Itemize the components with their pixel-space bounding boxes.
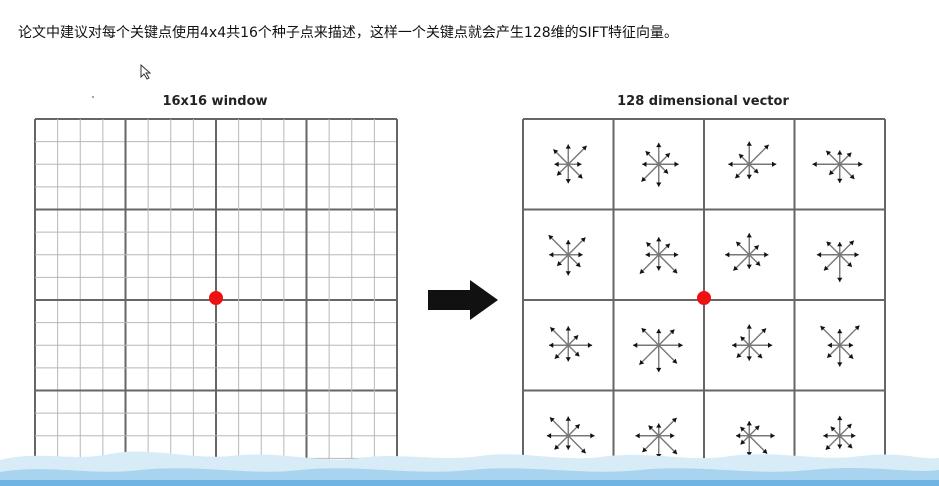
orientation-bin-arrowhead: [656, 266, 662, 271]
orientation-bin-arrowhead: [746, 174, 752, 180]
orientation-bin-arrowhead: [656, 182, 662, 187]
orientation-bin-arrowhead: [827, 342, 832, 348]
orientation-bin-arrowhead: [837, 241, 843, 247]
orientation-bin-arrowhead: [565, 240, 571, 245]
orientation-histogram: [548, 234, 586, 276]
orientation-histogram: [549, 326, 593, 362]
orientation-bin-arrowhead: [554, 161, 559, 167]
orientation-histogram: [633, 327, 683, 373]
orientation-histogram: [728, 141, 777, 180]
orientation-histogram: [725, 233, 769, 272]
orientation-bin-arrowhead: [812, 161, 817, 167]
orientation-bin-arrowhead: [577, 161, 582, 167]
orientation-bin-arrowhead: [816, 252, 822, 258]
orientation-bin-arrowhead: [848, 342, 854, 348]
orientation-bin-arrowhead: [837, 277, 843, 283]
orientation-bin-arrowhead: [642, 161, 647, 167]
orientation-bin-arrowhead: [645, 252, 650, 258]
orientation-bin-arrowhead: [746, 141, 752, 146]
orientation-bin-arrowhead: [565, 144, 571, 149]
water-band: [0, 451, 939, 486]
orientation-bin-arrowhead: [633, 342, 638, 348]
caption-text: 论文中建议对每个关键点使用4x4共16个种子点来描述，这样一个关键点就会产生12…: [18, 25, 679, 41]
orientation-bin-arrowhead: [549, 252, 554, 258]
keypoint-dot: [209, 291, 223, 305]
right-arrow-icon: [428, 280, 498, 320]
orientation-histogram: [812, 150, 863, 183]
orientation-histogram: [816, 240, 859, 283]
orientation-bin-arrowhead: [764, 252, 769, 258]
orientation-bin-arrowhead: [549, 342, 554, 348]
orientation-bin-arrowhead: [565, 271, 571, 276]
orientation-bin-arrowhead: [587, 342, 593, 348]
orientation-bin-arrowhead: [656, 237, 662, 242]
orientation-bin-arrowhead: [746, 324, 752, 329]
orientation-bin-arrowhead: [565, 179, 571, 184]
orientation-bin-arrowhead: [656, 328, 662, 334]
orientation-bin-arrowhead: [746, 233, 752, 238]
orientation-bin-arrowhead: [678, 342, 683, 348]
orientation-bin-arrowhead: [767, 342, 773, 348]
orientation-bin-arrowhead: [746, 264, 752, 269]
orientation-bin-arrowhead: [674, 161, 679, 167]
orientation-bin-arrowhead: [732, 342, 737, 348]
orientation-bin-arrowhead: [656, 142, 662, 148]
orientation-bin-arrowhead: [858, 161, 863, 167]
orientation-bin-arrowhead: [565, 357, 571, 362]
orientation-bin-arrowhead: [837, 178, 843, 183]
orientation-bin-arrowhead: [746, 356, 752, 361]
orientation-bin-arrowhead: [772, 161, 777, 167]
orientation-histogram: [639, 237, 679, 275]
orientation-bin-arrowhead: [837, 328, 843, 334]
orientation-histogram: [819, 325, 860, 367]
orientation-bin-arrowhead: [656, 367, 662, 373]
orientation-bin-arrowhead: [565, 326, 571, 331]
keypoint-dot: [697, 291, 711, 305]
orientation-histogram: [732, 324, 773, 361]
orientation-bin-arrowhead: [578, 252, 583, 258]
orientation-bin-arrowhead: [674, 252, 679, 258]
orientation-bin-arrowhead: [854, 252, 859, 258]
orientation-bin-arrowhead: [837, 150, 843, 155]
left-panel-title: 16x16 window: [162, 94, 268, 109]
right-panel-title: 128 dimensional vector: [617, 94, 789, 109]
cursor-icon: [140, 64, 152, 80]
orientation-bin-arrowhead: [728, 161, 733, 167]
orientation-bin-arrowhead: [725, 252, 730, 258]
orientation-histogram: [552, 144, 588, 184]
orientation-bin-arrowhead: [837, 362, 843, 367]
orientation-histogram: [640, 142, 679, 187]
